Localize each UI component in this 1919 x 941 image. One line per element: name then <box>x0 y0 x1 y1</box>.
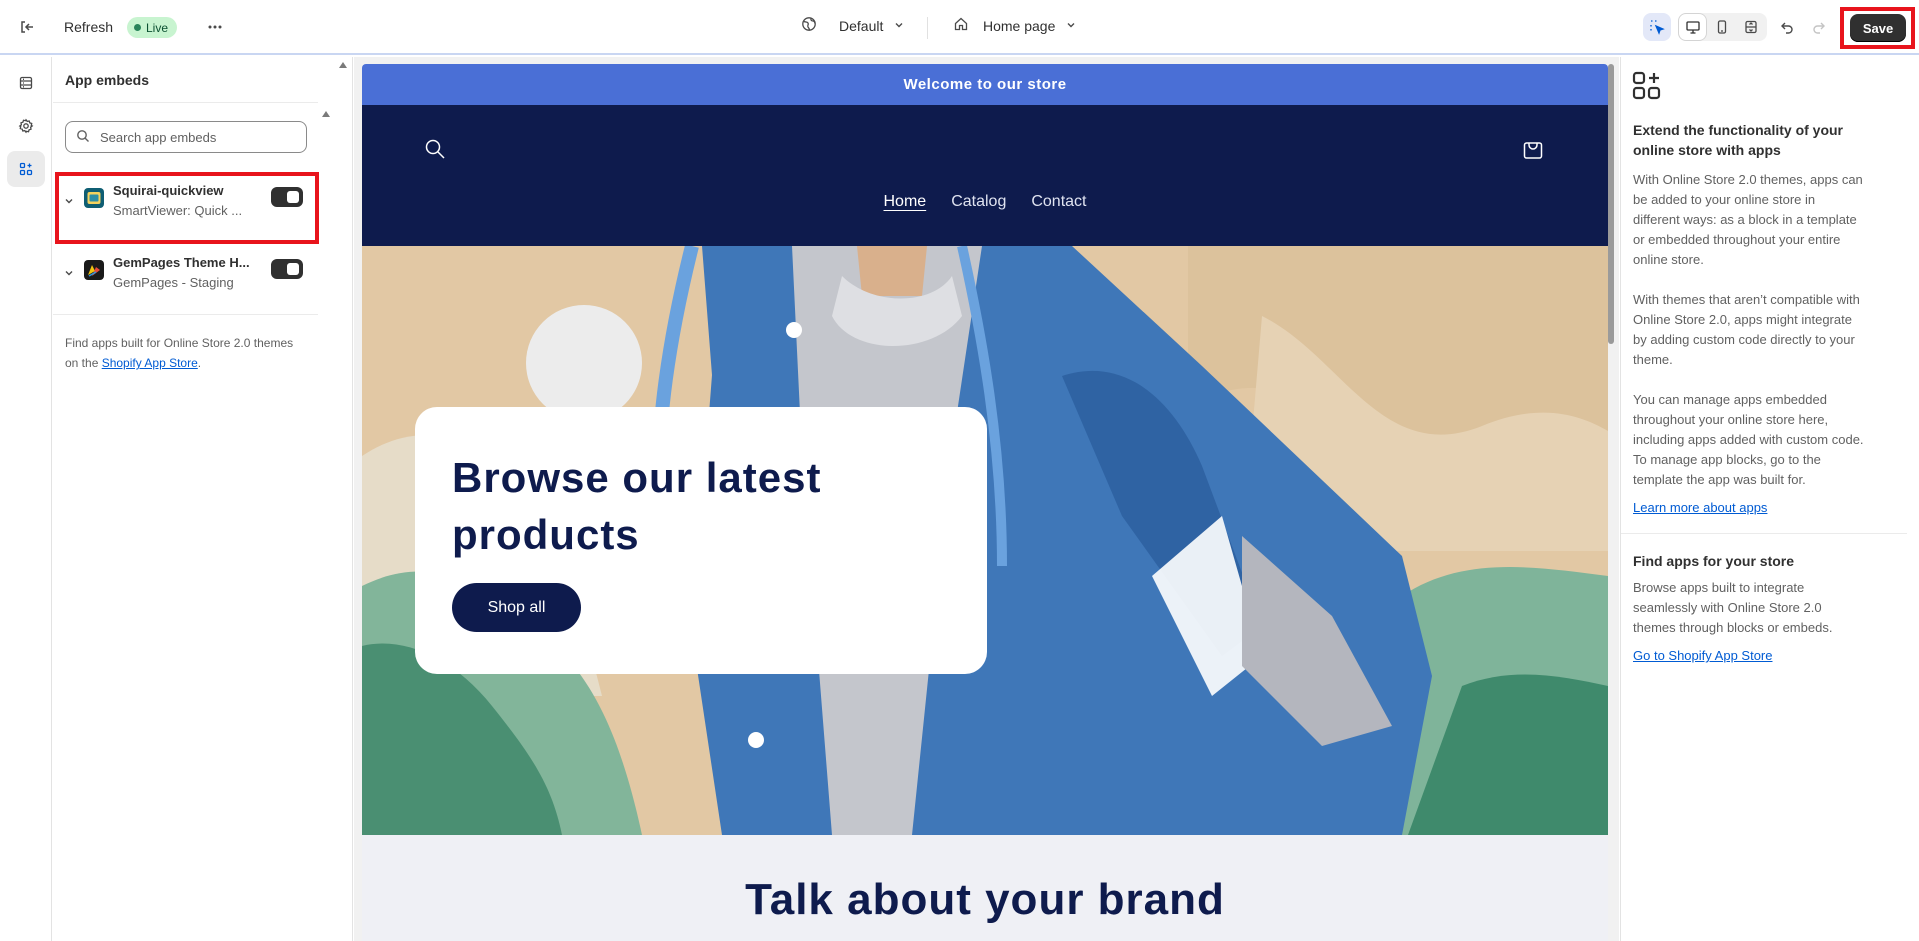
theme-selector[interactable]: Default <box>801 16 905 35</box>
toolbar-divider <box>927 17 928 39</box>
save-button[interactable]: Save <box>1850 14 1906 42</box>
gear-icon[interactable] <box>7 108 45 144</box>
squirai-app-logo-icon <box>84 188 104 208</box>
app-embed-name: GemPages Theme H... <box>113 255 250 270</box>
chevron-down-icon <box>1065 18 1077 34</box>
app-embed-subtitle: SmartViewer: Quick ... <box>113 203 243 218</box>
live-label: Live <box>146 20 169 35</box>
divider <box>53 314 318 315</box>
app-embeds-panel: App embeds Squirai-quickview SmartViewer… <box>53 57 353 941</box>
gempages-app-logo-icon <box>84 260 104 280</box>
apps-icon[interactable] <box>7 151 45 187</box>
app-embed-row[interactable]: Squirai-quickview SmartViewer: Quick ... <box>53 175 318 235</box>
announcement-bar: Welcome to our store <box>362 64 1608 105</box>
sections-icon[interactable] <box>7 65 45 101</box>
find-apps-period: . <box>197 356 202 370</box>
inspect-cursor-icon[interactable] <box>1643 13 1671 41</box>
exit-icon[interactable] <box>13 13 41 41</box>
preview-scrollbar[interactable] <box>1608 64 1614 344</box>
toggle-knob <box>287 191 299 203</box>
home-icon <box>953 16 969 35</box>
app-embed-name: Squirai-quickview <box>113 183 224 198</box>
search-field[interactable] <box>65 121 307 153</box>
apps-add-icon <box>1632 71 1662 104</box>
scroll-up-arrow-icon[interactable] <box>322 111 330 117</box>
globe-icon <box>801 16 817 35</box>
nav-link-contact[interactable]: Contact <box>1031 193 1086 211</box>
find-apps-heading: Find apps for your store <box>1633 553 1795 569</box>
hero-title: Browse our latest products <box>452 454 822 558</box>
info-paragraph-1: With Online Store 2.0 themes, apps can b… <box>1633 172 1863 267</box>
mobile-icon[interactable] <box>1707 13 1736 41</box>
more-icon[interactable] <box>201 13 229 41</box>
chevron-down-icon[interactable] <box>63 195 75 210</box>
brand-title: Talk about your brand <box>745 875 1225 924</box>
page-selector[interactable]: Home page <box>953 16 1077 35</box>
top-bar: Refresh Live Default Home page Save <box>0 0 1919 55</box>
divider <box>53 102 318 103</box>
info-paragraph-2: With themes that aren’t compatible with … <box>1633 292 1860 367</box>
panel-title: App embeds <box>65 72 150 88</box>
info-paragraph-3: You can manage apps embedded throughout … <box>1633 392 1864 487</box>
announcement-text: Welcome to our store <box>903 76 1067 93</box>
store-nav: Home Catalog Contact <box>362 193 1608 211</box>
app-embed-row[interactable]: GemPages Theme H... GemPages - Staging <box>53 247 318 307</box>
info-heading: Extend the functionality of your online … <box>1633 122 1844 158</box>
theme-label: Default <box>839 17 884 34</box>
brand-section: Talk about your brand <box>362 835 1608 941</box>
find-apps-text: Find apps built for Online Store 2.0 the… <box>65 333 295 373</box>
store-preview[interactable]: Welcome to our store Home Catalog Contac… <box>362 64 1608 941</box>
nav-link-catalog[interactable]: Catalog <box>951 193 1006 211</box>
desktop-icon[interactable] <box>1678 13 1707 41</box>
go-to-app-store-link[interactable]: Go to Shopify App Store <box>1633 648 1772 663</box>
hero-banner: Browse our latest products Shop all <box>362 246 1608 835</box>
store-header: Home Catalog Contact <box>362 105 1608 246</box>
search-input[interactable] <box>100 129 290 145</box>
app-embed-toggle[interactable] <box>271 259 303 279</box>
chevron-down-icon <box>893 18 905 34</box>
info-panel: Extend the functionality of your online … <box>1620 57 1919 941</box>
redo-icon[interactable] <box>1805 13 1833 41</box>
search-icon[interactable] <box>424 138 446 163</box>
toggle-knob <box>287 263 299 275</box>
shop-all-button[interactable]: Shop all <box>452 583 581 632</box>
hero-card: Browse our latest products Shop all <box>415 407 987 674</box>
divider <box>1621 533 1907 534</box>
app-embed-subtitle: GemPages - Staging <box>113 275 234 290</box>
refresh-button[interactable]: Refresh <box>64 19 113 35</box>
device-switcher <box>1678 13 1767 41</box>
live-badge: Live <box>127 17 178 38</box>
app-embed-toggle[interactable] <box>271 187 303 207</box>
find-apps-paragraph: Browse apps built to integrate seamlessl… <box>1633 580 1833 635</box>
sidebar-rail <box>0 57 52 941</box>
chevron-down-icon[interactable] <box>63 267 75 282</box>
live-dot-icon <box>134 24 141 31</box>
scroll-up-arrow-icon[interactable] <box>339 62 347 68</box>
nav-link-home[interactable]: Home <box>884 193 927 211</box>
undo-icon[interactable] <box>1773 13 1801 41</box>
learn-more-link[interactable]: Learn more about apps <box>1633 500 1767 515</box>
search-icon <box>76 129 90 146</box>
cart-icon[interactable] <box>1522 138 1544 163</box>
page-label: Home page <box>983 17 1056 34</box>
shopify-app-store-link[interactable]: Shopify App Store <box>102 356 198 370</box>
fullwidth-icon[interactable] <box>1736 13 1765 41</box>
